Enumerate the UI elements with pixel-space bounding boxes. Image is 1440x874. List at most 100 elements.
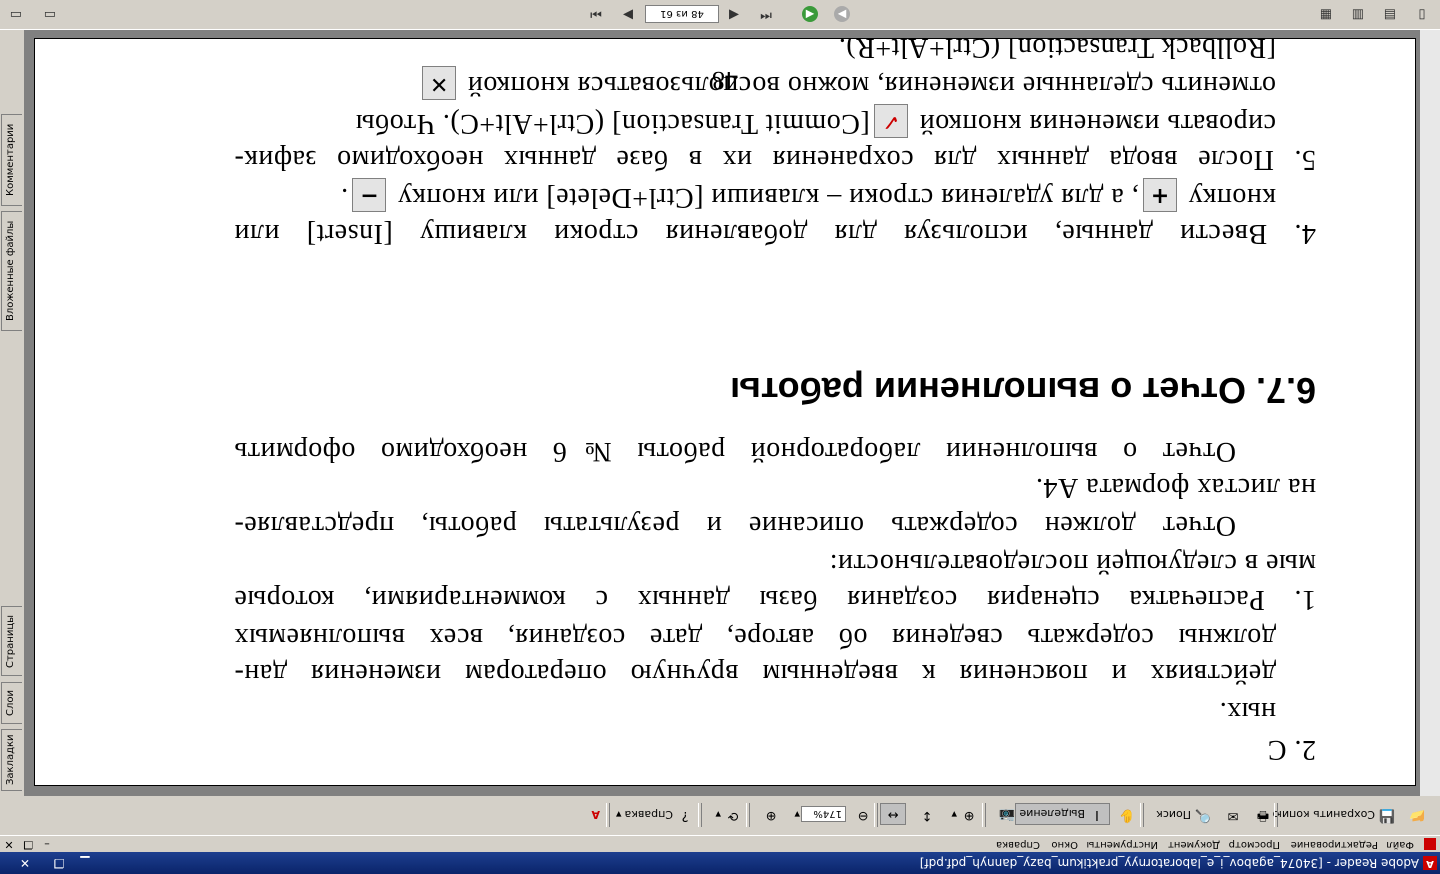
- doc-line: сировать изменения кнопкой ✓[Commit Tran…: [194, 104, 1276, 139]
- facing-view-button[interactable]: ▥: [1348, 5, 1368, 23]
- fit-width-icon: ↔: [887, 807, 899, 822]
- menu-bar: Файл Редактирование Просмотр Документ Ин…: [0, 836, 1440, 852]
- chevron-down-icon: ▾: [951, 808, 957, 822]
- doc-minimize-button[interactable]: –: [40, 837, 54, 851]
- doc-text: [Commit Transaction] (Ctrl+Alt+C). Чтобы: [355, 108, 870, 139]
- email-button[interactable]: ✉: [1224, 805, 1242, 825]
- separator: [1274, 803, 1278, 827]
- navigation-bar: ▶ ◀ ⏮ ◀ 48 из 61 ▶ ⏭ ▭ ▭ ▯ ▤ ▥ ▦: [0, 0, 1440, 30]
- go-forward-button[interactable]: ▶: [834, 6, 850, 22]
- help-button[interactable]: ? Справка ▾: [616, 805, 694, 825]
- doc-line: на листах формата А4.: [1035, 472, 1316, 503]
- fit-width-button[interactable]: ↔: [880, 803, 906, 825]
- doc-close-button[interactable]: ✕: [2, 837, 16, 851]
- search-button[interactable]: 🔍 Поиск: [1156, 805, 1212, 825]
- expand-panel-button[interactable]: ▭: [6, 5, 26, 23]
- go-back-button[interactable]: ◀: [802, 6, 818, 22]
- zoom-input[interactable]: 174%: [801, 806, 846, 822]
- menu-help[interactable]: Справка: [996, 839, 1040, 850]
- folder-icon: 📂: [1408, 808, 1426, 823]
- minimize-button[interactable]: ▁: [74, 855, 96, 871]
- zoom-in-button[interactable]: ⊕: [762, 805, 780, 825]
- doc-text: кнопку: [1188, 182, 1276, 213]
- magnifier-icon: ⊕: [963, 808, 975, 823]
- tab-comments[interactable]: Комментарии: [1, 114, 22, 206]
- fit-page-button[interactable]: ↕: [918, 805, 936, 825]
- fit-page-icon: ↕: [921, 808, 933, 823]
- open-button[interactable]: 📂: [1408, 805, 1426, 825]
- continuous-facing-view-button[interactable]: ▦: [1316, 5, 1336, 23]
- menu-edit[interactable]: Редактирование: [1291, 839, 1378, 850]
- snapshot-button[interactable]: 📷: [998, 805, 1016, 825]
- doc-text: сировать изменения кнопкой: [919, 108, 1276, 139]
- vertical-scrollbar[interactable]: [1420, 30, 1440, 796]
- document-area: 4. Ввести данные, используя для добавлен…: [0, 30, 1440, 796]
- rotate-button[interactable]: ⟳ ▾: [715, 805, 742, 825]
- close-button[interactable]: ✕: [14, 855, 36, 871]
- doc-line: [Rollback Transaction] (Ctrl+Alt+R).: [838, 38, 1276, 63]
- zoom-tool-button[interactable]: ⊕ ▾: [951, 805, 978, 825]
- toolbar: 📂 💾 Сохранить копию 🖶 ✉ 🔍 Поиск ✋ I Выделен…: [0, 794, 1440, 836]
- menu-window[interactable]: Окно: [1051, 839, 1078, 850]
- printer-icon: 🖶: [1256, 808, 1270, 823]
- tab-bookmarks[interactable]: Закладки: [1, 729, 22, 791]
- doc-line: Отчет о выполнении лабораторной работы №…: [234, 436, 1236, 467]
- rotated-screen: A Adobe Reader - [34074_agabov_i_e_labor…: [0, 0, 1440, 874]
- zoom-dropdown[interactable]: ▾: [794, 805, 800, 825]
- delete-row-icon: −: [352, 178, 387, 213]
- search-label: Поиск: [1156, 808, 1191, 822]
- email-icon: ✉: [1227, 808, 1239, 823]
- doc-line: должны содержать сведения об авторе, дат…: [234, 622, 1276, 653]
- doc-restore-button[interactable]: ❐: [21, 837, 35, 851]
- adobe-logo-icon: A: [591, 808, 600, 822]
- collapse-panel-button[interactable]: ▭: [40, 5, 60, 23]
- tab-attachments[interactable]: Вложенные файлы: [1, 211, 22, 331]
- menu-document[interactable]: Документ: [1168, 839, 1220, 850]
- select-label: Выделение: [1019, 807, 1085, 821]
- pdf-page: 4. Ввести данные, используя для добавлен…: [34, 38, 1416, 786]
- previous-page-button[interactable]: ▶: [618, 5, 638, 23]
- navigation-panel-tabs: Закладки Слои Страницы Вложенные файлы К…: [0, 30, 24, 796]
- doc-line: мые в следующей последовательности:: [829, 548, 1316, 579]
- doc-line: 4. Ввести данные, используя для добавлен…: [234, 218, 1316, 249]
- print-button[interactable]: 🖶: [1254, 805, 1272, 825]
- continuous-view-button[interactable]: ▤: [1380, 5, 1400, 23]
- doc-line: Отчет должен содержать описание и резуль…: [234, 510, 1236, 541]
- select-tool-button[interactable]: I Выделение: [1015, 803, 1110, 825]
- hand-icon: ✋: [1118, 808, 1136, 823]
- doc-line: 2. С: [1267, 734, 1316, 765]
- hand-tool-button[interactable]: ✋: [1118, 805, 1136, 825]
- rotate-icon: ⟳: [727, 808, 739, 823]
- page-number: 48: [712, 66, 738, 95]
- restore-button[interactable]: ❐: [48, 855, 70, 871]
- zoom-out-button[interactable]: ⊖: [854, 805, 872, 825]
- menu-file[interactable]: Файл: [1386, 839, 1414, 850]
- doc-text: , а для удаления строки – клавиши [Ctrl+…: [397, 182, 1139, 213]
- doc-line: ных.: [1219, 696, 1276, 727]
- minus-circle-icon: ⊖: [857, 808, 869, 823]
- save-copy-button[interactable]: 💾 Сохранить копию: [1273, 805, 1396, 825]
- document-menu-icon[interactable]: [1424, 838, 1436, 850]
- title-bar: A Adobe Reader - [34074_agabov_i_e_labor…: [0, 852, 1440, 874]
- tab-pages[interactable]: Страницы: [1, 606, 22, 676]
- save-copy-label: Сохранить копию: [1272, 808, 1375, 822]
- separator: [1140, 803, 1144, 827]
- text-cursor-icon: I: [1095, 807, 1099, 822]
- chevron-down-icon: ▾: [715, 808, 721, 822]
- menu-tools[interactable]: Инструменты: [1086, 839, 1158, 850]
- last-page-button[interactable]: ⏮: [756, 5, 776, 23]
- separator: [746, 803, 750, 827]
- menu-view[interactable]: Просмотр: [1229, 839, 1280, 850]
- help-label: Справка: [624, 808, 673, 822]
- camera-icon: 📷: [998, 808, 1016, 823]
- plus-circle-icon: ⊕: [765, 808, 777, 823]
- doc-line: кнопку +, а для удаления строки – клавиш…: [194, 178, 1276, 213]
- section-heading: 6.7. Отчет о выполнении работы: [730, 370, 1316, 411]
- first-page-button[interactable]: ⏭: [586, 5, 606, 23]
- binoculars-icon: 🔍: [1194, 808, 1212, 823]
- doc-line: 1. Распечатка сценария создания базы дан…: [234, 584, 1316, 615]
- page-number-input[interactable]: 48 из 61: [645, 5, 719, 23]
- tab-layers[interactable]: Слои: [1, 682, 22, 724]
- single-page-view-button[interactable]: ▯: [1412, 5, 1432, 23]
- next-page-button[interactable]: ◀: [724, 5, 744, 23]
